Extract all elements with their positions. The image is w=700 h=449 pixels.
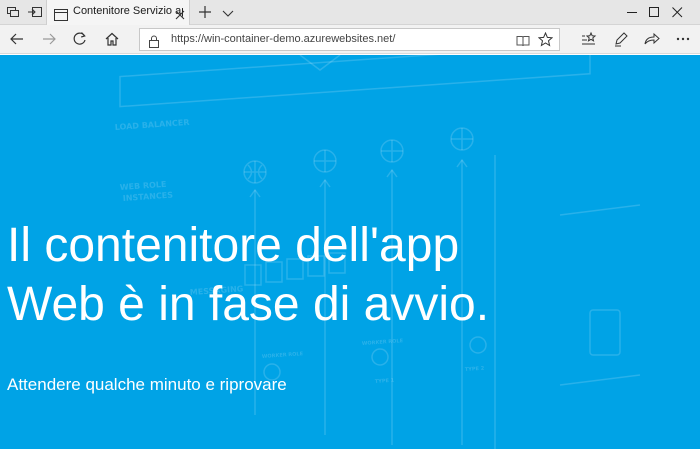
back-arrow-icon[interactable]	[8, 30, 26, 48]
tab-title: Contenitore Servizio app	[73, 5, 183, 17]
home-icon[interactable]	[103, 30, 121, 48]
lock-icon	[148, 33, 160, 48]
page-favicon-icon	[54, 6, 68, 21]
bg-label-type-2: TYPE 2	[465, 366, 485, 373]
headline-line-1: Il contenitore dell'app	[7, 219, 460, 272]
new-tab-icon[interactable]	[197, 4, 213, 20]
bg-label-load-balancer: LOAD BALANCER	[115, 118, 190, 132]
navigation-bar: https://win-container-demo.azurewebsites…	[0, 25, 700, 54]
url-text[interactable]: https://win-container-demo.azurewebsites…	[171, 33, 395, 45]
reading-view-icon[interactable]	[516, 33, 530, 47]
set-tabs-aside-icon[interactable]	[27, 4, 43, 20]
refresh-icon[interactable]	[71, 30, 89, 48]
bg-label-worker-role-2: WORKER ROLE	[362, 338, 404, 347]
pen-icon[interactable]	[612, 30, 630, 48]
close-icon	[672, 7, 683, 18]
bg-label-instances: INSTANCES	[123, 190, 174, 203]
page-subtitle: Attendere qualche minuto e riprovare	[7, 375, 287, 394]
address-bar[interactable]: https://win-container-demo.azurewebsites…	[139, 28, 560, 51]
close-window-button[interactable]	[655, 0, 700, 25]
share-icon[interactable]	[643, 30, 661, 48]
favorites-hub-icon[interactable]	[580, 30, 598, 48]
favorite-star-icon[interactable]	[537, 31, 554, 47]
tab-strip: Contenitore Servizio app	[0, 0, 700, 25]
headline-line-2: Web è in fase di avvio.	[7, 278, 490, 331]
tab-list-chevron-down-icon[interactable]	[221, 5, 235, 19]
tab-actions-icon[interactable]	[5, 4, 21, 20]
bg-label-worker-role-1: WORKER ROLE	[262, 351, 304, 360]
page-content: LOAD BALANCER WEB ROLE INSTANCES MESSAGI…	[0, 55, 700, 449]
page-headline: Il contenitore dell'app Web è in fase di…	[7, 216, 687, 334]
bg-label-web-role: WEB ROLE	[120, 180, 167, 192]
close-tab-icon[interactable]	[174, 6, 186, 20]
more-options-icon[interactable]	[674, 30, 692, 48]
active-tab[interactable]: Contenitore Servizio app	[46, 0, 190, 25]
forward-arrow-icon[interactable]	[40, 30, 58, 48]
